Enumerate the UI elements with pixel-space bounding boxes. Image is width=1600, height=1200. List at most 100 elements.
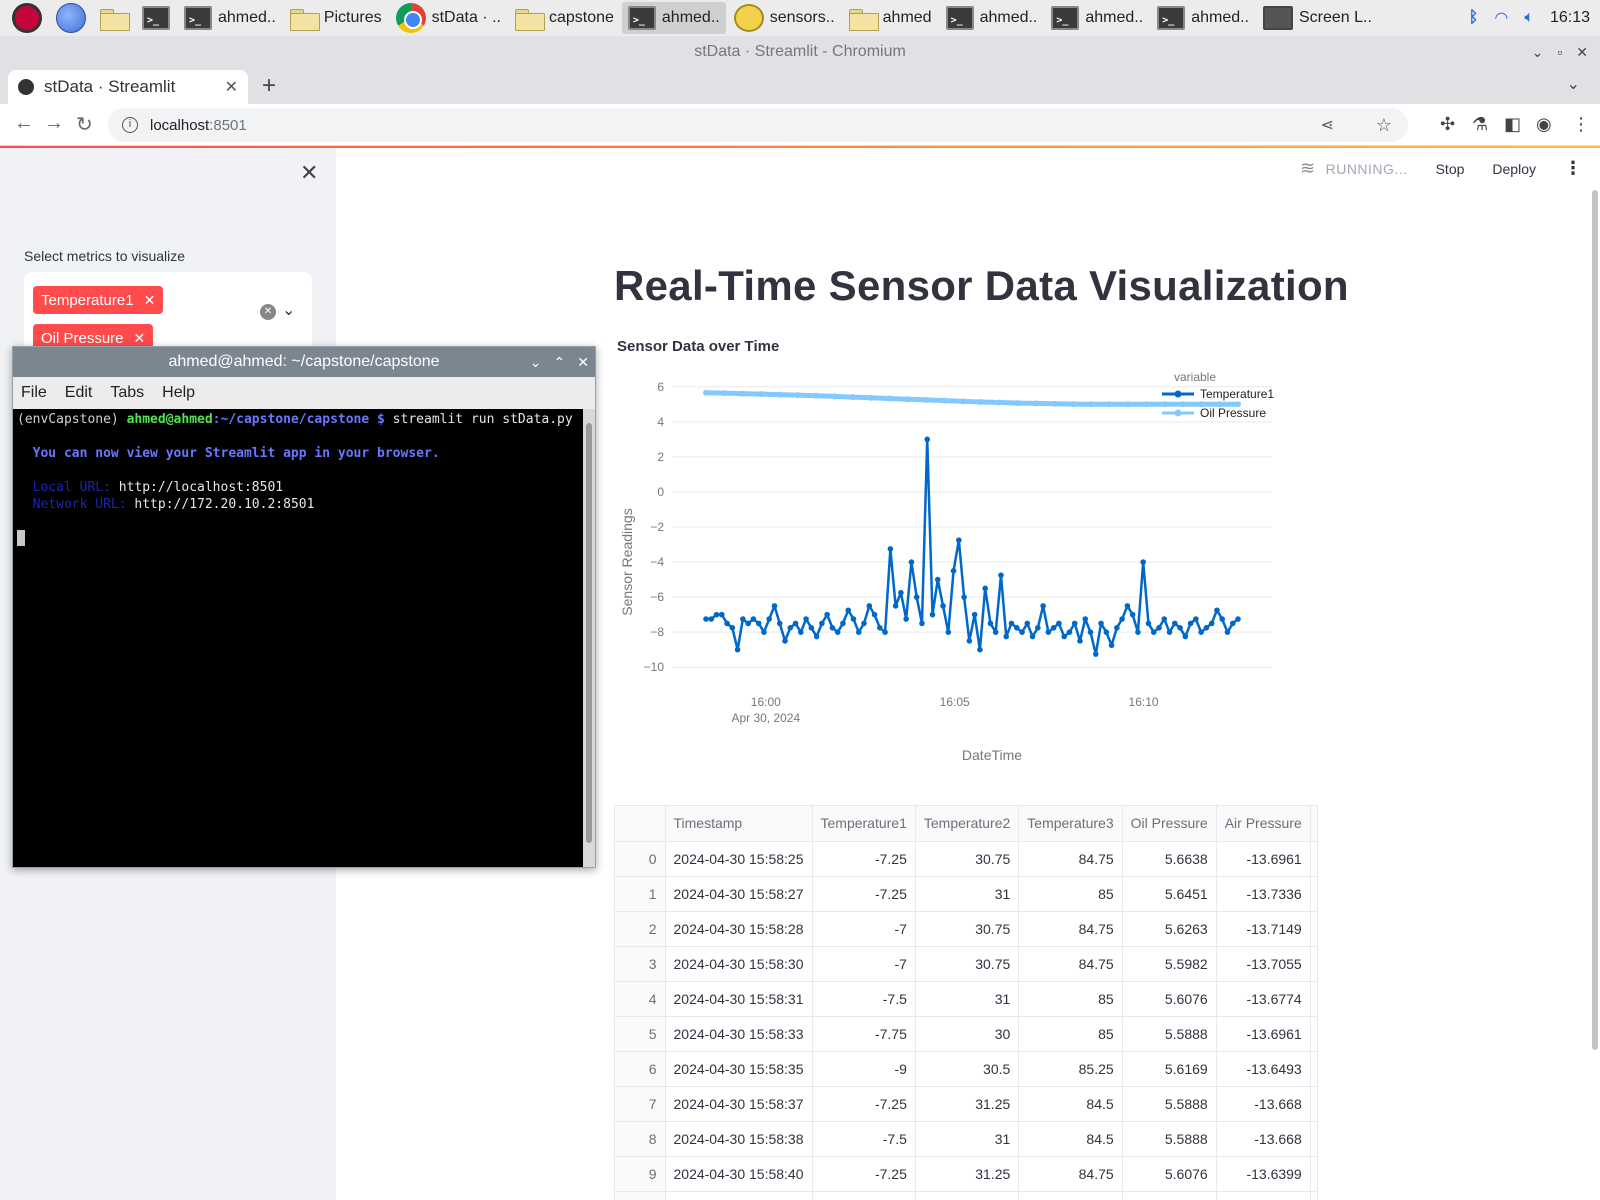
row-index[interactable]: 9 <box>615 1156 666 1192</box>
terminal-window[interactable]: ahmed@ahmed: ~/capstone/capstone ⌄ ⌃ ✕ F… <box>12 346 596 868</box>
table-cell[interactable]: 5.6076 <box>1122 981 1217 1017</box>
table-cell[interactable]: 2024-04-30 15:58:35 <box>665 1051 813 1087</box>
table-cell[interactable]: 85 <box>1018 981 1123 1017</box>
table-cell[interactable] <box>1310 876 1317 912</box>
table-cell[interactable]: -13.6493 <box>1216 1051 1311 1087</box>
table-cell[interactable]: -7 <box>812 946 916 982</box>
column-header[interactable]: Temperature2 <box>915 806 1020 842</box>
table-row[interactable]: 9 2024-04-30 15:58:40 -7.25 31.25 84.75 5.607… <box>615 1156 1317 1192</box>
column-header[interactable]: Temperature3 <box>1018 806 1123 842</box>
table-cell[interactable]: -13.668 <box>1216 1086 1311 1122</box>
chevron-down-icon[interactable]: ⌄ <box>282 300 295 320</box>
taskbar-item[interactable]: >_ ahmed.. <box>940 2 1044 34</box>
table-cell[interactable]: 2024-04-30 15:58:28 <box>665 911 813 947</box>
table-cell[interactable] <box>1310 1051 1317 1087</box>
table-cell[interactable]: 2024-04-30 15:58:27 <box>665 876 813 912</box>
table-cell[interactable]: -13.6961 <box>1216 841 1311 877</box>
row-index[interactable]: 0 <box>615 841 666 877</box>
table-cell[interactable]: 84.5 <box>1018 1121 1123 1157</box>
table-cell[interactable]: 2024-04-30 15:58:31 <box>665 981 813 1017</box>
maximize-icon[interactable]: ▫ <box>1557 36 1562 68</box>
remove-chip-icon[interactable]: ✕ <box>134 330 146 347</box>
table-cell[interactable] <box>915 1191 1020 1200</box>
taskbar-item[interactable]: Screen L.. <box>1257 2 1378 34</box>
terminal-title-bar[interactable]: ahmed@ahmed: ~/capstone/capstone ⌄ ⌃ ✕ <box>13 347 595 377</box>
table-cell[interactable]: -13.7055 <box>1216 946 1311 982</box>
bookmark-star-icon[interactable]: ☆ <box>1376 115 1392 136</box>
reload-icon[interactable]: ↻ <box>76 112 93 137</box>
site-info-icon[interactable]: i <box>122 117 138 133</box>
stop-button[interactable]: Stop <box>1436 161 1465 177</box>
close-icon[interactable]: ✕ <box>577 347 589 377</box>
extensions-icon[interactable]: ✣ <box>1440 114 1455 135</box>
table-cell[interactable]: -7.25 <box>812 1086 916 1122</box>
table-cell[interactable]: 5.5888 <box>1122 1121 1217 1157</box>
row-index[interactable]: 8 <box>615 1121 666 1157</box>
browser-menu-icon[interactable]: ⋮ <box>1572 114 1590 135</box>
table-cell[interactable]: 2024-04-30 15:58:25 <box>665 841 813 877</box>
table-cell[interactable]: 84.75 <box>1018 1156 1123 1192</box>
new-tab-button[interactable]: + <box>262 72 276 100</box>
table-row[interactable]: 5 2024-04-30 15:58:33 -7.75 30 85 5.5888 -13.6… <box>615 1016 1317 1052</box>
taskbar-item[interactable]: >_ <box>136 2 176 34</box>
table-cell[interactable] <box>1310 981 1317 1017</box>
tab-search-chevron-icon[interactable]: ⌄ <box>1567 74 1580 94</box>
page-scrollbar[interactable] <box>1592 190 1598 1050</box>
taskbar-item[interactable]: >_ ahmed.. <box>178 2 282 34</box>
table-cell[interactable]: -13.6399 <box>1216 1156 1311 1192</box>
back-arrow-icon[interactable]: ← <box>14 112 34 135</box>
taskbar-item[interactable] <box>94 2 134 34</box>
table-cell[interactable] <box>1216 1191 1311 1200</box>
close-tab-icon[interactable]: ✕ <box>225 77 238 97</box>
table-cell[interactable]: 2024-04-30 15:58:33 <box>665 1016 813 1052</box>
table-cell[interactable]: 85 <box>1018 1016 1123 1052</box>
row-index[interactable]: 4 <box>615 981 666 1017</box>
table-row[interactable]: 8 2024-04-30 15:58:38 -7.5 31 84.5 5.5888 -13.… <box>615 1121 1317 1157</box>
table-cell[interactable]: -13.668 <box>1216 1121 1311 1157</box>
bluetooth-icon[interactable]: ᛒ <box>1469 9 1479 27</box>
scrollbar-thumb[interactable] <box>586 423 592 843</box>
share-icon[interactable]: ⋖ <box>1320 115 1333 135</box>
taskbar-item[interactable]: >_ ahmed.. <box>1151 2 1255 34</box>
table-cell[interactable]: 84.5 <box>1018 1086 1123 1122</box>
table-cell[interactable]: 5.6638 <box>1122 841 1217 877</box>
forward-arrow-icon[interactable]: → <box>44 112 64 135</box>
column-header[interactable]: Timestamp <box>665 806 813 842</box>
table-cell[interactable]: 31 <box>915 876 1020 912</box>
table-cell[interactable]: 31.25 <box>915 1156 1020 1192</box>
taskbar-item[interactable]: >_ ahmed.. <box>1045 2 1149 34</box>
taskbar-item[interactable]: Pictures <box>284 2 388 34</box>
table-row[interactable]: 7 2024-04-30 15:58:37 -7.25 31.25 84.5 5.5888… <box>615 1086 1317 1122</box>
profile-avatar-icon[interactable]: ◉ <box>1536 114 1552 135</box>
table-cell[interactable]: -13.6774 <box>1216 981 1311 1017</box>
table-cell[interactable] <box>1310 1191 1317 1200</box>
clock[interactable]: 16:13 <box>1550 9 1590 27</box>
taskbar-item[interactable] <box>6 2 48 34</box>
minimize-icon[interactable]: ⌄ <box>1532 36 1544 68</box>
table-row[interactable]: 4 2024-04-30 15:58:31 -7.5 31 85 5.6076 -13.67… <box>615 981 1317 1017</box>
taskbar-item[interactable]: ahmed <box>843 2 938 34</box>
table-cell[interactable]: -7.5 <box>812 981 916 1017</box>
column-header[interactable]: PSI100 <box>1310 806 1317 842</box>
table-cell[interactable]: 85.25 <box>1018 1051 1123 1087</box>
remove-chip-icon[interactable]: ✕ <box>144 292 156 309</box>
wifi-icon[interactable]: ◠ <box>1494 8 1508 28</box>
table-cell[interactable]: 85 <box>1018 876 1123 912</box>
table-cell[interactable]: 5.6076 <box>1122 1156 1217 1192</box>
table-cell[interactable]: -13.6961 <box>1216 1016 1311 1052</box>
main-menu-icon[interactable]: ⋮ <box>1564 158 1582 179</box>
table-cell[interactable] <box>1310 1121 1317 1157</box>
table-cell[interactable]: -7.25 <box>812 1156 916 1192</box>
taskbar-item[interactable]: capstone <box>509 2 620 34</box>
table-cell[interactable] <box>812 1191 916 1200</box>
table-cell[interactable]: -7.25 <box>812 841 916 877</box>
menu-help[interactable]: Help <box>162 384 195 402</box>
table-row[interactable] <box>615 1191 1317 1200</box>
browser-tab[interactable]: stData · Streamlit ✕ <box>8 70 248 104</box>
local-url[interactable]: http://localhost:8501 <box>119 480 283 495</box>
row-index[interactable]: 1 <box>615 876 666 912</box>
terminal-output[interactable]: (envCapstone) ahmed@ahmed:~/capstone/cap… <box>13 409 595 867</box>
table-cell[interactable] <box>1310 841 1317 877</box>
table-row[interactable]: 3 2024-04-30 15:58:30 -7 30.75 84.75 5.5982 -1… <box>615 946 1317 982</box>
taskbar-item[interactable] <box>50 2 92 34</box>
